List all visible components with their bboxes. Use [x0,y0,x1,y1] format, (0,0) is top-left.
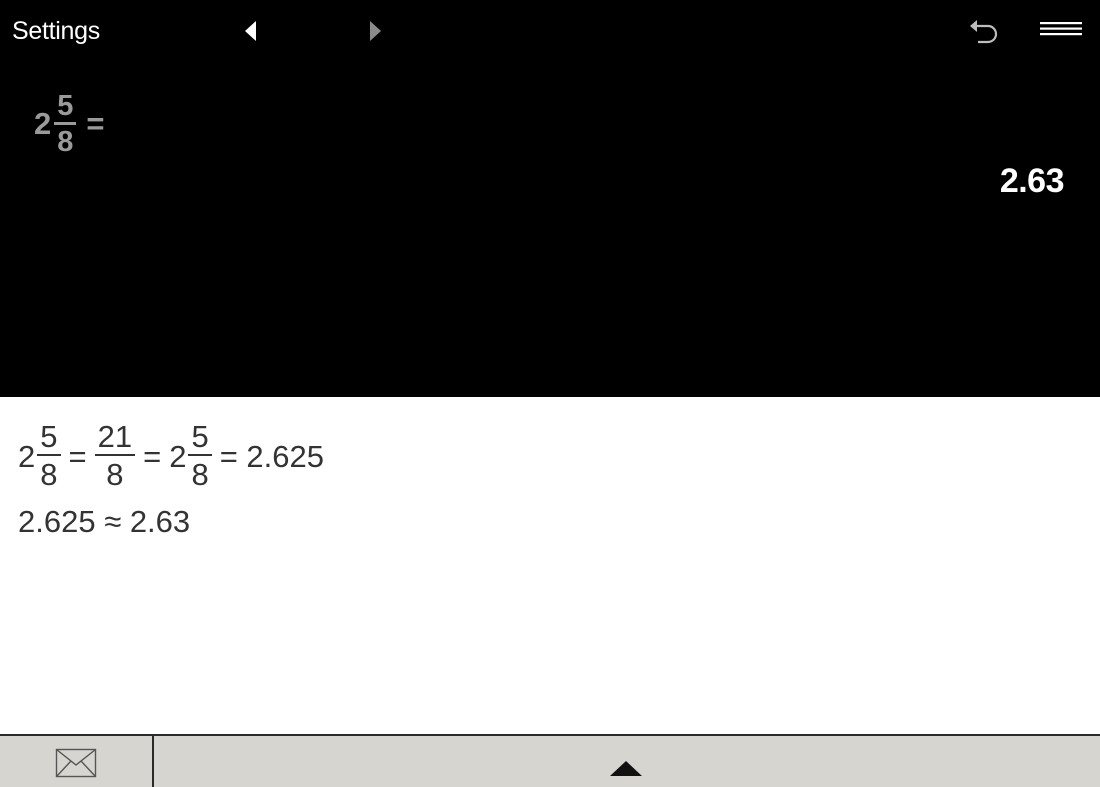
envelope-icon [55,748,97,778]
step-equals-1: = [68,439,87,474]
expression-fraction: 5 8 [54,89,77,159]
expression-equals: = [86,106,105,141]
step-term1-fraction: 5 8 [37,419,61,494]
previous-button[interactable] [240,18,262,44]
triangle-right-icon [370,21,381,41]
expression-denominator: 8 [57,125,74,158]
step-term3-numerator: 5 [191,419,209,454]
settings-button[interactable]: Settings [12,17,100,46]
email-button[interactable] [0,736,154,787]
step-term3-whole: 2 [169,439,187,474]
step-term3-fraction: 5 8 [188,419,212,494]
undo-icon [970,20,998,44]
expand-keypad-button[interactable] [156,736,1100,787]
bottom-bar [0,734,1100,787]
step-term2-numerator: 21 [97,419,133,454]
step-term1-denominator: 8 [40,457,58,492]
menu-button[interactable] [1038,18,1084,44]
top-toolbar: Settings [0,0,1100,62]
calculator-display: Settings 2 5 8 = 2.63 [0,0,1100,397]
expression-whole: 2 [34,106,52,141]
next-button[interactable] [364,18,386,44]
step-term2-fraction: 21 8 [94,419,136,494]
step-term2-denominator: 8 [106,457,124,492]
result-value: 2.63 [999,162,1065,200]
step-line-1: 2 5 8 = 21 8 = 2 5 8 = 2.625 [18,418,332,496]
expression-numerator: 5 [57,89,74,122]
triangle-up-icon [610,761,642,776]
step-term3-denominator: 8 [191,457,209,492]
step-line-2: 2.625 ≈ 2.63 [18,504,191,539]
input-expression: 2 5 8 = [34,86,105,162]
step-equals-2: = [143,439,162,474]
step-equals-3: = 2.625 [219,439,324,474]
undo-button[interactable] [966,16,1002,48]
triangle-left-icon [245,21,256,41]
hamburger-menu-icon [1040,22,1082,36]
solution-steps: 2 5 8 = 21 8 = 2 5 8 = 2.625 2.625 ≈ 2.6… [18,418,332,540]
step-term1-whole: 2 [18,439,36,474]
step-term1-numerator: 5 [40,419,58,454]
